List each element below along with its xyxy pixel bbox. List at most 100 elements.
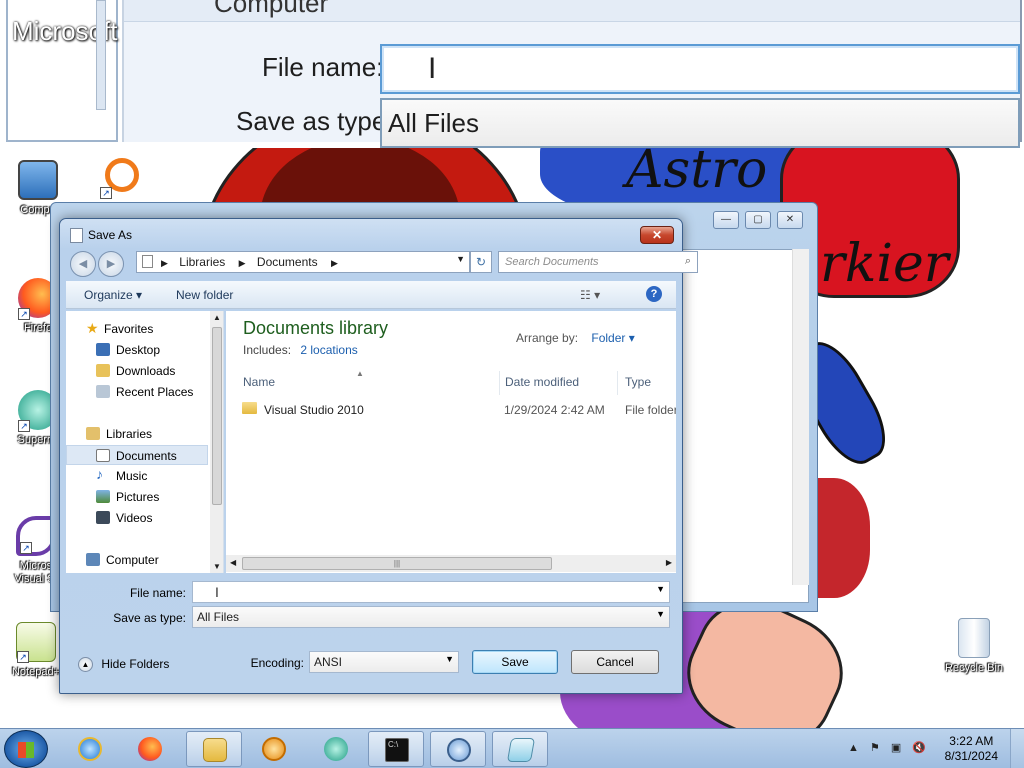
scroll-up-icon[interactable]: ▲ bbox=[213, 313, 221, 322]
forward-button[interactable]: ▶ bbox=[98, 251, 124, 277]
taskbar-notepad[interactable] bbox=[492, 731, 548, 767]
address-dropdown-icon[interactable]: ▼ bbox=[456, 254, 465, 264]
nav-item-computer[interactable]: Computer bbox=[66, 550, 208, 570]
nav-item-music[interactable]: ♪ Music bbox=[66, 466, 208, 486]
taskbar-media-player[interactable] bbox=[246, 731, 302, 767]
horizontal-scrollbar[interactable]: ◀ ||| ▶ bbox=[226, 555, 676, 572]
scrollbar-thumb[interactable]: ||| bbox=[242, 557, 552, 570]
scroll-left-icon[interactable]: ◀ bbox=[230, 558, 236, 567]
maximize-button[interactable]: ▢ bbox=[745, 211, 771, 229]
clock[interactable]: 3:22 AM 8/31/2024 bbox=[945, 734, 998, 764]
file-row[interactable]: Visual Studio 2010 1/29/2024 2:42 AM Fil… bbox=[236, 399, 676, 421]
star-icon: ★ bbox=[86, 320, 99, 336]
library-includes: Includes: 2 locations bbox=[243, 343, 358, 357]
change-view-button[interactable]: ☷ ▾ bbox=[580, 288, 600, 302]
command-toolbar: Organize ▾ New folder ☷ ▾ ? bbox=[66, 281, 676, 309]
save-as-type-dropdown-icon[interactable]: ▼ bbox=[656, 609, 665, 619]
column-header-name[interactable]: Name ▲ bbox=[238, 369, 500, 395]
desktop-icon-recycle-bin[interactable]: Recycle Bin bbox=[942, 618, 1006, 674]
breadcrumb-documents[interactable]: Documents bbox=[257, 255, 318, 269]
scroll-right-icon[interactable]: ▶ bbox=[666, 558, 672, 567]
encoding-dropdown-icon[interactable]: ▼ bbox=[445, 654, 454, 664]
address-bar[interactable]: ▶ Libraries ▶ Documents ▶ ▼ bbox=[136, 251, 470, 273]
includes-locations-link[interactable]: 2 locations bbox=[300, 343, 357, 357]
search-input[interactable]: Search Documents ⌕ bbox=[498, 251, 698, 273]
tray-icons[interactable]: ▲ ⚑ ▣ 🔇 bbox=[848, 741, 930, 754]
videos-icon bbox=[96, 511, 110, 524]
file-name-input[interactable]: I ▼ bbox=[192, 581, 670, 603]
nav-label: Videos bbox=[116, 511, 153, 525]
taskbar-explorer[interactable] bbox=[186, 731, 242, 767]
text-cursor-icon: I bbox=[428, 52, 437, 85]
help-button[interactable]: ? bbox=[646, 286, 662, 302]
sort-arrow-icon: ▲ bbox=[356, 369, 364, 378]
wallpaper-text: Astro bbox=[626, 148, 768, 200]
nav-item-desktop[interactable]: Desktop bbox=[66, 340, 208, 360]
address-folder-icon bbox=[142, 255, 153, 268]
nav-label: Pictures bbox=[116, 490, 160, 504]
magnifier-region: Microsoft Visual St Computer File name: … bbox=[0, 0, 1024, 150]
desktop-icon-shortcut[interactable]: ↗ bbox=[90, 158, 154, 199]
windows-logo-icon bbox=[18, 742, 34, 758]
back-button[interactable]: ◀ bbox=[70, 251, 96, 277]
breadcrumb-arrow-icon: ▶ bbox=[161, 258, 168, 268]
taskbar-command-prompt[interactable]: C:\ bbox=[368, 731, 424, 767]
refresh-button[interactable]: ↻ bbox=[470, 251, 492, 273]
firefox-icon bbox=[138, 737, 162, 761]
encoding-select[interactable]: ANSI ▼ bbox=[309, 651, 459, 673]
nav-item-videos[interactable]: Videos bbox=[66, 508, 208, 528]
command-prompt-icon: C:\ bbox=[385, 738, 409, 762]
pictures-icon bbox=[96, 490, 110, 503]
nav-item-recent-places[interactable]: Recent Places bbox=[66, 382, 208, 402]
show-desktop-button[interactable] bbox=[1010, 729, 1024, 768]
magnifier-top-strip: Computer bbox=[124, 0, 1020, 22]
nav-label: Computer bbox=[106, 553, 159, 567]
taskbar-internet-explorer[interactable] bbox=[62, 731, 118, 767]
nav-label: Recent Places bbox=[116, 385, 194, 399]
dialog-title: Save As bbox=[88, 228, 133, 242]
file-list-pane: Documents library Includes: 2 locations … bbox=[226, 311, 676, 573]
close-button[interactable]: ✕ bbox=[777, 211, 803, 229]
nav-item-libraries[interactable]: Libraries bbox=[66, 424, 208, 444]
minimize-button[interactable]: — bbox=[713, 211, 739, 229]
column-header-type[interactable]: Type bbox=[620, 371, 676, 395]
save-button[interactable]: Save bbox=[472, 650, 558, 674]
shortcut-arrow-icon: ↗ bbox=[20, 542, 32, 554]
media-player-icon bbox=[262, 737, 286, 761]
taskbar-supermium[interactable] bbox=[308, 731, 364, 767]
downloads-folder-icon bbox=[96, 364, 110, 377]
notepad-scrollbar[interactable] bbox=[792, 249, 809, 585]
start-button[interactable] bbox=[4, 730, 48, 768]
organize-button[interactable]: Organize ▾ bbox=[84, 288, 142, 302]
dialog-close-button[interactable]: ✕ bbox=[640, 226, 674, 244]
scrollbar-thumb[interactable] bbox=[212, 327, 222, 505]
navigation-scrollbar[interactable]: ▲ ▼ bbox=[210, 311, 223, 573]
magnifier-save-as-type-value: All Files bbox=[388, 108, 480, 138]
taskbar-magnifier[interactable] bbox=[430, 731, 486, 767]
nav-item-favorites[interactable]: ★ Favorites bbox=[66, 319, 208, 339]
column-header-date-modified[interactable]: Date modified bbox=[500, 371, 618, 395]
new-folder-button[interactable]: New folder bbox=[176, 288, 233, 302]
nav-label: Libraries bbox=[106, 427, 153, 441]
arrange-by: Arrange by: Folder ▾ bbox=[516, 331, 635, 345]
scroll-down-icon[interactable]: ▼ bbox=[213, 562, 221, 571]
hide-folders-button[interactable]: ▲ Hide Folders bbox=[78, 657, 169, 673]
breadcrumb-libraries[interactable]: Libraries bbox=[179, 255, 225, 269]
file-name-dropdown-icon[interactable]: ▼ bbox=[656, 584, 665, 594]
navigation-pane: ★ Favorites Desktop Downloads Recent Pla… bbox=[66, 311, 224, 573]
magnifier-save-as-type-field: All Files bbox=[380, 98, 1020, 148]
cancel-button[interactable]: Cancel bbox=[571, 650, 659, 674]
taskbar-firefox[interactable] bbox=[122, 731, 178, 767]
column-header-label: Date modified bbox=[505, 375, 580, 389]
nav-item-pictures[interactable]: Pictures bbox=[66, 487, 208, 507]
save-as-type-select[interactable]: All Files ▼ bbox=[192, 606, 670, 628]
nav-label: Favorites bbox=[104, 322, 154, 336]
desktop-icon-label: Recycle Bin bbox=[944, 662, 1004, 674]
nav-item-documents[interactable]: Documents bbox=[66, 445, 208, 465]
column-header-label: Name bbox=[243, 375, 276, 389]
save-as-type-label: Save as type: bbox=[113, 611, 186, 625]
supermium-icon bbox=[324, 737, 348, 761]
arrange-by-dropdown[interactable]: Folder ▾ bbox=[591, 331, 634, 345]
nav-item-downloads[interactable]: Downloads bbox=[66, 361, 208, 381]
app-ring-icon: ↗ bbox=[100, 158, 139, 199]
